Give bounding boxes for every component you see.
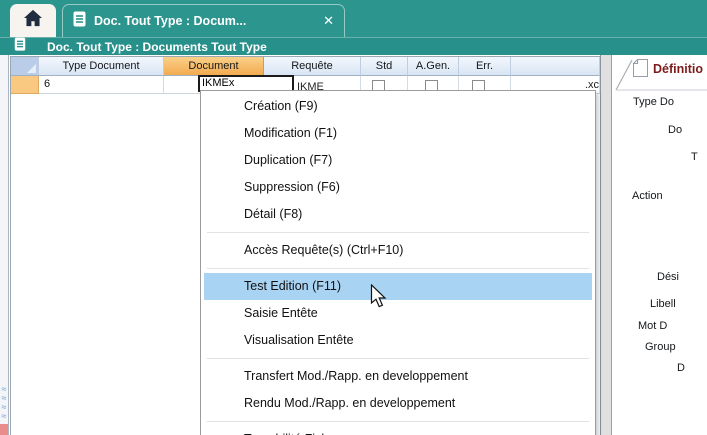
menu-item-acces-requetes[interactable]: Accès Requête(s) (Ctrl+F10) xyxy=(201,237,595,264)
menu-separator xyxy=(207,232,589,233)
strip-highlight xyxy=(0,424,8,435)
page-icon xyxy=(633,59,648,82)
column-header-document[interactable]: Document xyxy=(164,57,264,76)
cell-type-document[interactable]: 6 xyxy=(39,76,164,94)
menu-item-saisie-entete[interactable]: Saisie Entête xyxy=(201,300,595,327)
menu-item-duplication[interactable]: Duplication (F7) xyxy=(201,147,595,174)
menu-separator xyxy=(207,268,589,269)
field-label-groupe: Group xyxy=(645,341,676,353)
menu-item-transfert-mod-rapp[interactable]: Transfert Mod./Rapp. en developpement xyxy=(201,363,595,390)
field-label-d: D xyxy=(677,362,685,374)
select-all-corner-cell[interactable] xyxy=(11,57,39,76)
menu-item-visualisation-entete[interactable]: Visualisation Entête xyxy=(201,327,595,354)
home-icon xyxy=(23,9,43,32)
titlebar-document-icon xyxy=(14,37,26,56)
menu-item-creation[interactable]: Création (F9) xyxy=(201,93,595,120)
window-title-bar: Doc. Tout Type : Documents Tout Type xyxy=(0,37,707,55)
menu-separator xyxy=(207,358,589,359)
tab-close-icon[interactable]: ✕ xyxy=(323,13,334,29)
column-header-err[interactable]: Err. xyxy=(459,57,511,76)
context-menu: Création (F9) Modification (F1) Duplicat… xyxy=(200,90,596,435)
menu-item-detail[interactable]: Détail (F8) xyxy=(201,201,595,228)
field-label-mot-directeur: Mot D xyxy=(638,320,667,332)
panel-tab-edge xyxy=(612,55,707,435)
menu-item-rendu-mod-rapp[interactable]: Rendu Mod./Rapp. en developpement xyxy=(201,390,595,417)
tab-label: Doc. Tout Type : Docum... xyxy=(94,14,317,28)
field-label-type-document: Type Do xyxy=(633,96,674,108)
panel-splitter[interactable] xyxy=(600,55,612,435)
menu-item-modification[interactable]: Modification (F1) xyxy=(201,120,595,147)
menu-item-suppression[interactable]: Suppression (F6) xyxy=(201,174,595,201)
menu-separator xyxy=(207,421,589,422)
column-header-agen[interactable]: A.Gen. xyxy=(408,57,459,76)
field-label-designation: Dési xyxy=(657,271,679,283)
definition-side-panel: Définitio Type Do Do T Action Dési Libel… xyxy=(612,55,707,435)
column-header-requete[interactable]: Requête xyxy=(264,57,361,76)
document-tab[interactable]: Doc. Tout Type : Docum... ✕ xyxy=(62,4,345,37)
home-tab[interactable] xyxy=(10,4,56,37)
document-icon xyxy=(73,11,86,32)
menu-item-clipped[interactable]: Traçabilité Fiche xyxy=(201,426,595,435)
window-title: Doc. Tout Type : Documents Tout Type xyxy=(47,40,267,54)
field-label-document: Do xyxy=(668,124,682,136)
field-label-type: T xyxy=(691,151,698,163)
scroll-mark-icon: ≈ xyxy=(0,412,8,421)
top-tab-bar: Doc. Tout Type : Docum... ✕ xyxy=(0,0,707,37)
field-label-libelle: Libell xyxy=(650,298,676,310)
field-label-action: Action xyxy=(632,190,663,202)
mouse-cursor xyxy=(370,284,387,314)
left-collapsed-panel-strip[interactable]: ≈ ≈ ≈ ≈ xyxy=(0,55,9,435)
row-selector-cell[interactable] xyxy=(11,76,39,94)
panel-title: Définitio xyxy=(653,62,703,76)
grid-header-row: Type Document Document Requête Std A.Gen… xyxy=(11,57,600,76)
column-header-std[interactable]: Std xyxy=(361,57,408,76)
menu-item-test-edition[interactable]: Test Edition (F11) xyxy=(204,273,592,300)
column-header-empty[interactable] xyxy=(511,57,600,76)
column-header-type-document[interactable]: Type Document xyxy=(39,57,164,76)
